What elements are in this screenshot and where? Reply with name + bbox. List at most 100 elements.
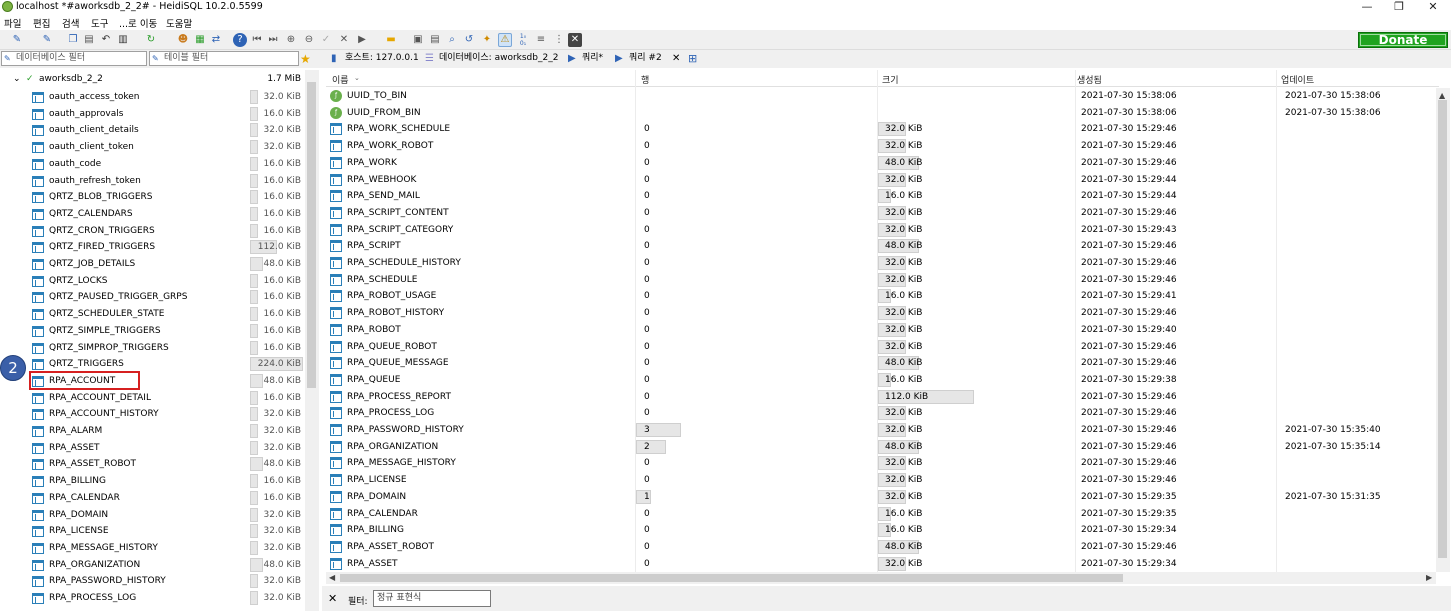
- tree-table-item[interactable]: oauth_access_token 32.0 KiB: [0, 89, 305, 106]
- replace-icon[interactable]: ↺: [462, 33, 476, 47]
- grid-vertical-thumb[interactable]: [1438, 100, 1447, 558]
- more-icon[interactable]: ⋮: [552, 33, 566, 47]
- save-icon[interactable]: ▣: [411, 33, 425, 47]
- run-query-icon[interactable]: ▶: [355, 33, 369, 47]
- warning-icon[interactable]: ⚠: [498, 33, 512, 47]
- last-record-icon[interactable]: ⏭: [266, 33, 280, 47]
- tree-table-item[interactable]: QRTZ_PAUSED_TRIGGER_GRPS 16.0 KiB: [0, 289, 305, 306]
- header-created[interactable]: 생성됨: [1077, 73, 1102, 86]
- menu-search[interactable]: 검색: [62, 16, 79, 30]
- table-row[interactable]: RPA_QUEUE_MESSAGE 0 48.0 KiB 2021-07-30 15:…: [326, 355, 1439, 372]
- menu-edit[interactable]: 편집: [33, 16, 50, 30]
- menu-goto[interactable]: ...로 이동: [119, 16, 157, 30]
- table-row[interactable]: RPA_MESSAGE_HISTORY 0 32.0 KiB 2021-07-30 1…: [326, 455, 1439, 472]
- scroll-up-icon[interactable]: ▲: [1439, 91, 1445, 100]
- favorite-star-icon[interactable]: ★: [300, 53, 311, 65]
- donate-button[interactable]: Donate: [1358, 32, 1448, 48]
- new-query-tab-icon[interactable]: ⊞: [688, 52, 697, 65]
- table-row[interactable]: RPA_SCRIPT_CONTENT 0 32.0 KiB 2021-07-30 15…: [326, 205, 1439, 222]
- table-row[interactable]: RPA_PROCESS_REPORT 0 112.0 KiB 2021-07-30 1…: [326, 389, 1439, 406]
- close-tab-x-icon[interactable]: ✕: [672, 53, 680, 64]
- tree-table-item[interactable]: RPA_PROCESS_LOG 32.0 KiB: [0, 590, 305, 607]
- copy-icon[interactable]: ❐: [66, 33, 80, 47]
- header-size[interactable]: 크기: [882, 73, 899, 86]
- tree-table-item[interactable]: RPA_ASSET_ROBOT 48.0 KiB: [0, 456, 305, 473]
- table-row[interactable]: RPA_WORK_SCHEDULE 0 32.0 KiB 2021-07-30 15:…: [326, 121, 1439, 138]
- table-row[interactable]: RPA_CALENDAR 0 16.0 KiB 2021-07-30 15:29:35: [326, 506, 1439, 523]
- table-row[interactable]: RPA_QUEUE 0 16.0 KiB 2021-07-30 15:29:38: [326, 372, 1439, 389]
- tree-table-item[interactable]: RPA_ALARM 32.0 KiB: [0, 423, 305, 440]
- table-row[interactable]: RPA_SCHEDULE_HISTORY 0 32.0 KiB 2021-07-30 …: [326, 255, 1439, 272]
- table-row[interactable]: RPA_BILLING 0 16.0 KiB 2021-07-30 15:29:34: [326, 522, 1439, 539]
- tree-table-item[interactable]: RPA_DOMAIN 32.0 KiB: [0, 507, 305, 524]
- table-row[interactable]: RPA_WORK_ROBOT 0 32.0 KiB 2021-07-30 15:29:…: [326, 138, 1439, 155]
- menu-tools[interactable]: 도구: [91, 16, 108, 30]
- close-tab-icon[interactable]: ✕: [568, 33, 582, 47]
- table-row[interactable]: RPA_ROBOT 0 32.0 KiB 2021-07-30 15:29:40: [326, 322, 1439, 339]
- first-record-icon[interactable]: ⏮: [250, 33, 264, 47]
- regex-filter-input[interactable]: 정규 표현식: [373, 590, 491, 607]
- tab-host[interactable]: ▮ 호스트: 127.0.0.1: [328, 51, 419, 67]
- tree-table-item[interactable]: RPA_ACCOUNT_HISTORY 32.0 KiB: [0, 406, 305, 423]
- tree-table-item[interactable]: QRTZ_BLOB_TRIGGERS 16.0 KiB: [0, 189, 305, 206]
- maximize-button[interactable]: ❐: [1384, 0, 1414, 14]
- tree-table-item[interactable]: RPA_CALENDAR 16.0 KiB: [0, 490, 305, 507]
- header-rows[interactable]: 행: [641, 73, 649, 86]
- table-row[interactable]: RPA_SCRIPT 0 48.0 KiB 2021-07-30 15:29:46: [326, 238, 1439, 255]
- table-row[interactable]: ƒ UUID_FROM_BIN 2021-07-30 15:38:06 2021-07…: [326, 105, 1439, 122]
- table-row[interactable]: RPA_ASSET 0 32.0 KiB 2021-07-30 15:29:34: [326, 556, 1439, 572]
- wrap-icon[interactable]: ≡: [534, 33, 548, 47]
- tree-table-item[interactable]: QRTZ_JOB_DETAILS 48.0 KiB: [0, 256, 305, 273]
- tab-database[interactable]: ☰ 데이터베이스: aworksdb_2_2: [422, 51, 558, 67]
- tree-table-item[interactable]: RPA_PASSWORD_HISTORY 32.0 KiB: [0, 573, 305, 590]
- tree-table-item[interactable]: RPA_BILLING 16.0 KiB: [0, 473, 305, 490]
- save-as-icon[interactable]: ▤: [428, 33, 442, 47]
- table-row[interactable]: ƒ UUID_TO_BIN 2021-07-30 15:38:06 2021-07-3…: [326, 88, 1439, 105]
- paste-icon[interactable]: ▤: [82, 33, 96, 47]
- table-row[interactable]: RPA_QUEUE_ROBOT 0 32.0 KiB 2021-07-30 15:29…: [326, 339, 1439, 356]
- minimize-button[interactable]: —: [1352, 0, 1382, 14]
- database-filter-input[interactable]: ✎ 데이터베이스 필터: [1, 51, 147, 66]
- table-row[interactable]: RPA_PROCESS_LOG 0 32.0 KiB 2021-07-30 15:29…: [326, 405, 1439, 422]
- clear-icon[interactable]: ✦: [480, 33, 494, 47]
- table-row[interactable]: RPA_ROBOT_HISTORY 0 32.0 KiB 2021-07-30 15:…: [326, 305, 1439, 322]
- tree-table-item[interactable]: QRTZ_LOCKS 16.0 KiB: [0, 273, 305, 290]
- table-row[interactable]: RPA_ASSET_ROBOT 0 48.0 KiB 2021-07-30 15:29…: [326, 539, 1439, 556]
- table-row[interactable]: RPA_SEND_MAIL 0 16.0 KiB 2021-07-30 15:29:4…: [326, 188, 1439, 205]
- disconnect-icon[interactable]: ✎: [40, 33, 54, 47]
- close-window-button[interactable]: ✕: [1418, 0, 1448, 14]
- close-filter-icon[interactable]: ✕: [328, 592, 337, 605]
- tab-query-2[interactable]: ▶ 쿼리 #2: [612, 51, 662, 67]
- tree-table-item[interactable]: QRTZ_CRON_TRIGGERS 16.0 KiB: [0, 223, 305, 240]
- table-row[interactable]: RPA_ORGANIZATION 2 48.0 KiB 2021-07-30 15:2…: [326, 439, 1439, 456]
- table-row[interactable]: RPA_WEBHOOK 0 32.0 KiB 2021-07-30 15:29:44: [326, 172, 1439, 189]
- transfer-icon[interactable]: ⇄: [209, 33, 223, 47]
- tree-table-item[interactable]: oauth_client_token 32.0 KiB: [0, 139, 305, 156]
- table-row[interactable]: RPA_ROBOT_USAGE 0 16.0 KiB 2021-07-30 15:29…: [326, 288, 1439, 305]
- tree-table-item[interactable]: oauth_refresh_token 16.0 KiB: [0, 173, 305, 190]
- table-filter-input[interactable]: ✎ 테이블 필터: [149, 51, 299, 66]
- table-row[interactable]: RPA_LICENSE 0 32.0 KiB 2021-07-30 15:29:46: [326, 472, 1439, 489]
- table-row[interactable]: RPA_PASSWORD_HISTORY 3 32.0 KiB 2021-07-30 …: [326, 422, 1439, 439]
- help-icon[interactable]: ?: [233, 33, 247, 47]
- table-row[interactable]: RPA_DOMAIN 1 32.0 KiB 2021-07-30 15:29:35 20…: [326, 489, 1439, 506]
- tree-table-item[interactable]: QRTZ_SCHEDULER_STATE 16.0 KiB: [0, 306, 305, 323]
- open-file-icon[interactable]: ▬: [384, 33, 398, 47]
- export-icon[interactable]: ▦: [193, 33, 207, 47]
- scroll-right-icon[interactable]: ▶: [1426, 573, 1432, 582]
- undo-icon[interactable]: ↶: [99, 33, 113, 47]
- add-record-icon[interactable]: ⊕: [284, 33, 298, 47]
- tree-table-item[interactable]: RPA_ORGANIZATION 48.0 KiB: [0, 557, 305, 574]
- tree-table-item[interactable]: oauth_approvals 16.0 KiB: [0, 106, 305, 123]
- header-updated[interactable]: 업데이트: [1281, 73, 1314, 86]
- header-name[interactable]: 이름: [332, 73, 349, 86]
- find-icon[interactable]: ⌕: [445, 33, 459, 47]
- tree-table-item[interactable]: QRTZ_SIMPROP_TRIGGERS 16.0 KiB: [0, 340, 305, 357]
- tree-table-item[interactable]: RPA_ACCOUNT_DETAIL 16.0 KiB: [0, 390, 305, 407]
- print-icon[interactable]: ▥: [116, 33, 130, 47]
- delete-record-icon[interactable]: ⊖: [302, 33, 316, 47]
- tree-database-node[interactable]: ⌄ ✓ aworksdb_2_2 1.7 MiB: [0, 73, 305, 87]
- tree-table-item[interactable]: QRTZ_FIRED_TRIGGERS 112.0 KiB: [0, 239, 305, 256]
- tree-table-item[interactable]: RPA_MESSAGE_HISTORY 32.0 KiB: [0, 540, 305, 557]
- table-row[interactable]: RPA_SCRIPT_CATEGORY 0 32.0 KiB 2021-07-30 1…: [326, 222, 1439, 239]
